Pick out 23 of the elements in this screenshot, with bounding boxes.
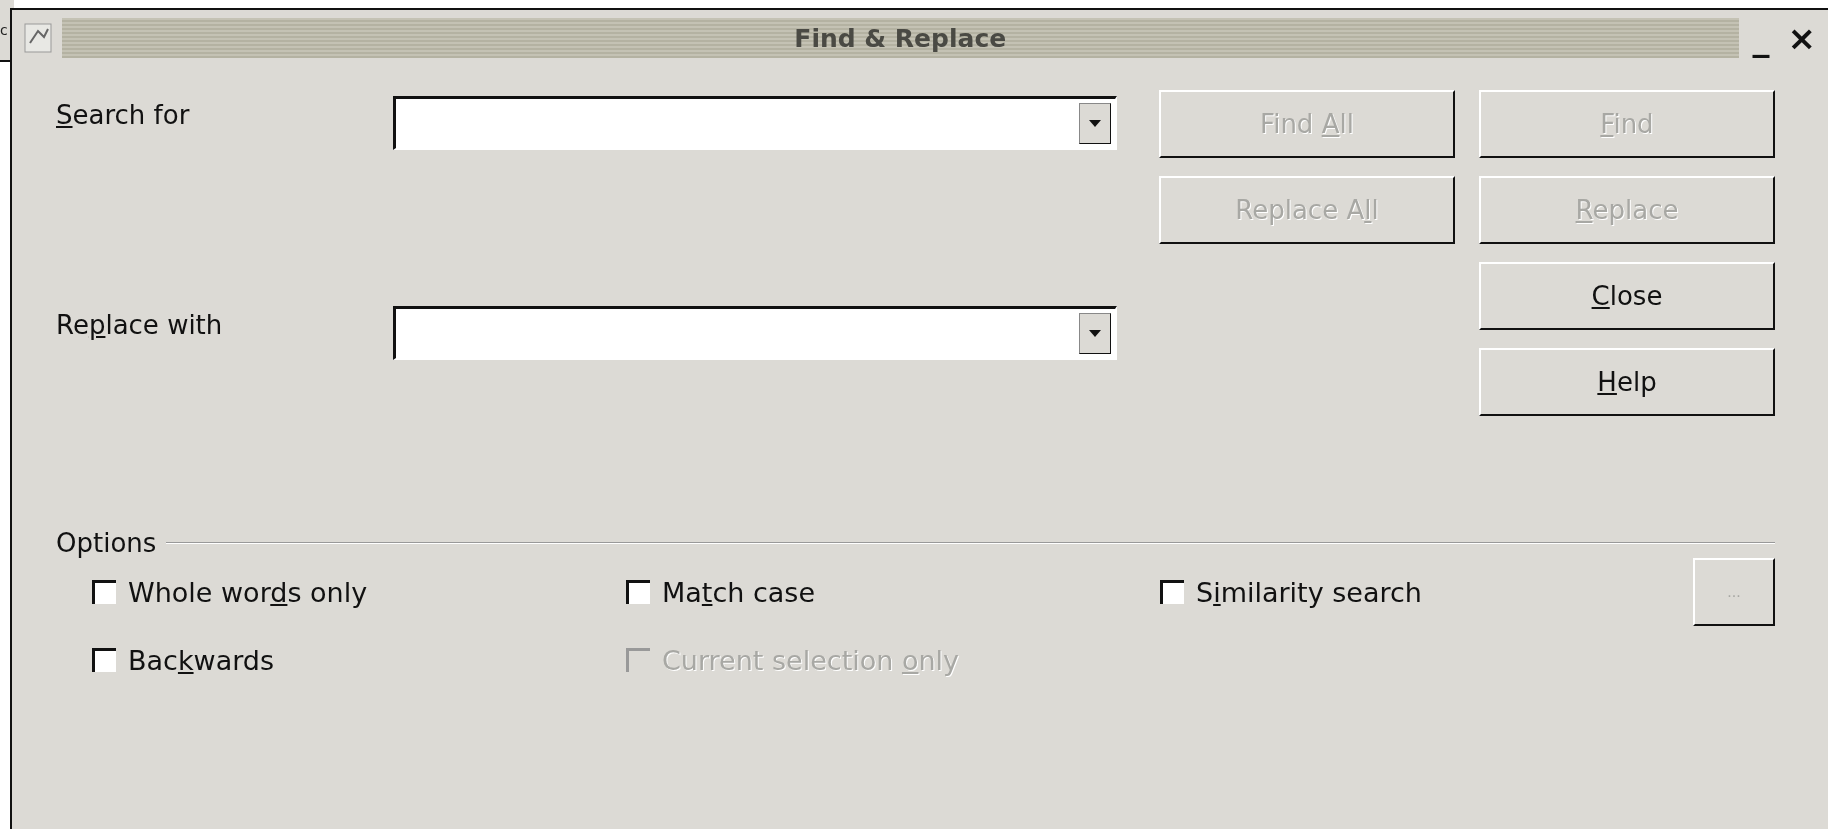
- close-button[interactable]: ×: [1783, 21, 1820, 55]
- checkbox-label: Backwards: [128, 644, 275, 676]
- checkbox[interactable]: [92, 648, 116, 672]
- dialog-button[interactable]: Close: [1479, 262, 1775, 330]
- checkbox-label: Whole words only: [128, 576, 368, 608]
- field-label: Replace with: [56, 309, 224, 340]
- combo-box[interactable]: [393, 306, 1117, 360]
- checkbox-label: Similarity search: [1196, 576, 1422, 608]
- dropdown-button[interactable]: [1079, 103, 1111, 144]
- background-window-text: c: [0, 22, 8, 38]
- dropdown-button[interactable]: [1079, 313, 1111, 354]
- caret-icon: [1089, 329, 1101, 338]
- caret-icon: [1089, 119, 1101, 128]
- combo-box[interactable]: [393, 96, 1117, 150]
- checkbox[interactable]: [1160, 580, 1184, 604]
- window-title: Find & Replace: [794, 23, 1007, 53]
- field-label: Search for: [56, 99, 191, 130]
- options-heading: Options: [56, 528, 157, 558]
- app-icon: [24, 23, 52, 53]
- checkbox[interactable]: [626, 580, 650, 604]
- dialog-button[interactable]: Help: [1479, 348, 1775, 416]
- checkbox[interactable]: [92, 580, 116, 604]
- checkbox-label: Match case: [662, 576, 816, 608]
